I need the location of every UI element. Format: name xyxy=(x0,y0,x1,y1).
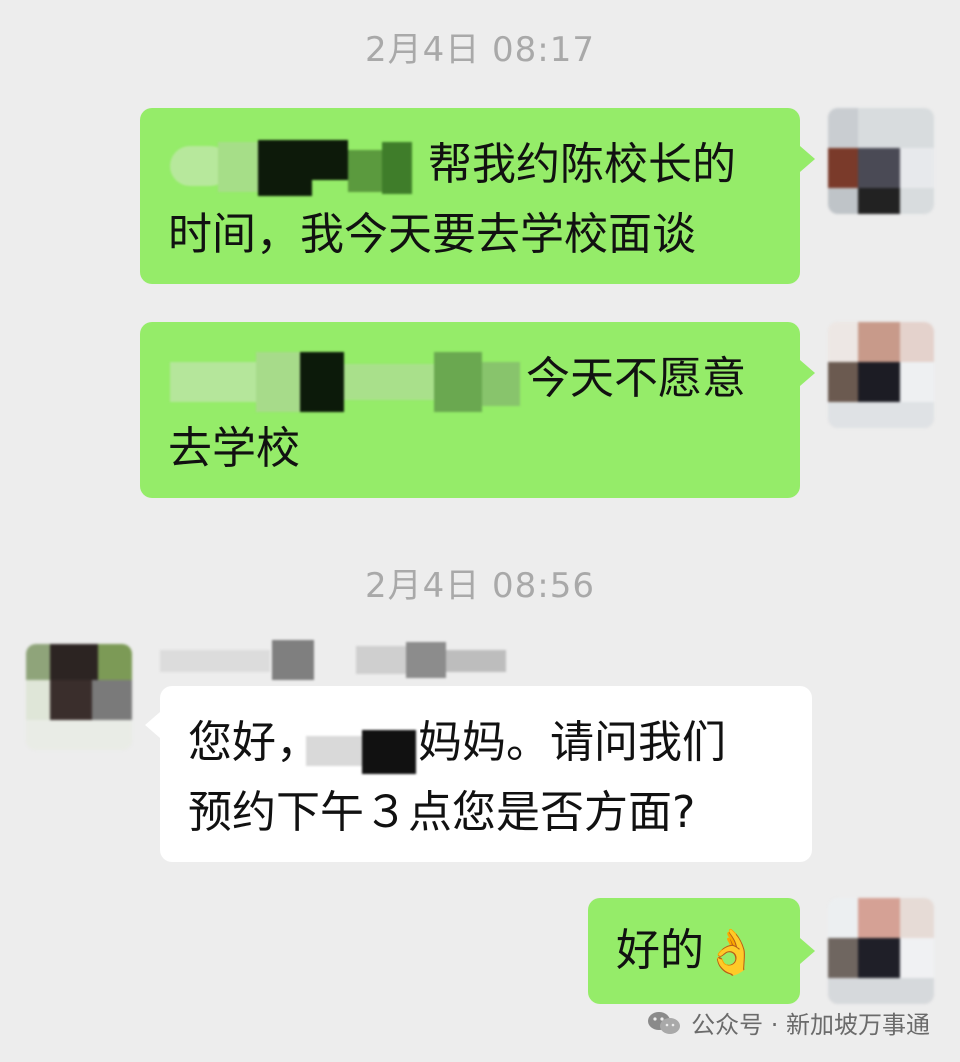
message-bubble-sent[interactable]: 今天不愿意 去学校 xyxy=(140,322,800,498)
message-bubble-sent[interactable]: 帮我约陈校长的 时间，我今天要去学校面谈 xyxy=(140,108,800,284)
message-text: 您好， xyxy=(188,717,320,768)
contact-avatar[interactable] xyxy=(26,644,132,750)
message-text: 今天不愿意 xyxy=(526,353,746,404)
message-bubble-received[interactable]: 您好， 妈妈。请问我们 预约下午３点您是否方面? xyxy=(160,686,812,862)
redacted-name-mosaic xyxy=(306,726,416,778)
message-text: 好的👌 xyxy=(616,916,759,988)
redacted-sender-mosaic xyxy=(160,640,510,680)
self-avatar[interactable] xyxy=(828,898,934,1004)
bubble-tail xyxy=(800,938,815,964)
ok-hand-emoji-icon: 👌 xyxy=(704,927,759,978)
bubble-tail xyxy=(800,360,815,386)
self-avatar[interactable] xyxy=(828,322,934,428)
timestamp: 2月4日 08:17 xyxy=(364,30,596,70)
timestamp: 2月4日 08:56 xyxy=(364,566,596,606)
redacted-name-mosaic xyxy=(170,352,520,412)
message-text: 去学校 xyxy=(168,423,300,474)
wechat-icon xyxy=(647,1010,681,1036)
bubble-tail xyxy=(145,712,160,738)
message-text: 妈妈。请问我们 xyxy=(418,717,726,768)
message-text: 帮我约陈校长的 xyxy=(428,139,736,190)
self-avatar[interactable] xyxy=(828,108,934,214)
sender-name xyxy=(160,640,520,680)
message-text: 时间，我今天要去学校面谈 xyxy=(168,209,696,260)
message-text: 预约下午３点您是否方面? xyxy=(188,787,696,838)
message-text-content: 好的 xyxy=(616,925,704,976)
message-bubble-sent[interactable]: 好的👌 xyxy=(588,898,800,1004)
watermark-text: 公众号 · 新加坡万事通 xyxy=(691,1011,930,1039)
bubble-tail xyxy=(800,146,815,172)
watermark: 公众号 · 新加坡万事通 xyxy=(647,1005,930,1040)
redacted-name-mosaic xyxy=(170,140,412,196)
